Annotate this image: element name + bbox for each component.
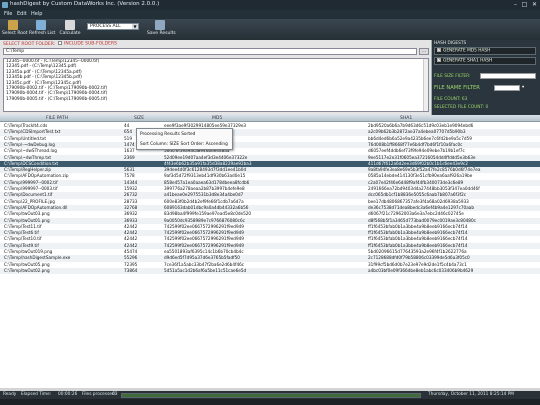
file-name-filter-label: FILE NAME FILTER (434, 85, 480, 91)
column-size[interactable]: SIZE (134, 116, 144, 121)
elapsed-time-label: Elapsed Time: (21, 392, 52, 397)
column-sha1[interactable]: SHA1 (400, 116, 412, 121)
filter-dropdown-icon[interactable]: ▾ (522, 85, 524, 90)
file-size-filter-label: FILE SIZE FILTER: (434, 74, 471, 79)
hash-digests-label: HASH DIGESTS (434, 41, 467, 46)
generate-sha1-label: GENERATE SHA1 HASH (443, 58, 493, 64)
results-grid[interactable]: C:\Temp\TrackIt4.cds 44 eee9f3ae9f30299148… (0, 122, 540, 388)
app-icon (2, 2, 8, 8)
refresh-icon (36, 20, 46, 30)
chevron-down-icon: ▼ (132, 24, 138, 29)
status-ready: Ready (3, 392, 17, 397)
close-icon[interactable]: ✕ (530, 1, 539, 8)
status-bar: Ready Elapsed Time: 00:00:26 Files proce… (0, 391, 540, 399)
save-icon (155, 20, 165, 30)
generate-md5-checkbox[interactable]: ✓ GENERATE MD5 HASH (434, 47, 536, 55)
cell-path: C:\Temp\twOut02.png (4, 267, 50, 273)
cell-size: 73864 (124, 267, 138, 273)
file-size-filter-input[interactable] (480, 73, 536, 79)
status-datetime: Thursday, October 11, 2011 8:25:14 PM (428, 392, 515, 397)
popup-detail: Sort Column: SIZE Sort Order: Ascending (140, 142, 228, 147)
progress-fill (122, 393, 420, 397)
sort-status-popup: Processing Results Sorted Sort Column: S… (136, 128, 233, 150)
progress-bar (121, 392, 421, 398)
select-root-button[interactable]: Select Root (2, 20, 28, 36)
generate-md5-label: GENERATE MD5 HASH (443, 48, 491, 54)
checkmark-icon: ✓ (437, 48, 441, 52)
popup-title: Processing Results Sorted (140, 132, 196, 137)
table-row[interactable]: C:\Temp\twOut02.png 73864 5d51a5ac1d2b6af6… (0, 267, 540, 275)
menu-file[interactable]: File (4, 11, 12, 17)
menu-help[interactable]: Help (31, 11, 42, 17)
minimize-icon[interactable]: – (511, 1, 520, 8)
checkmark-icon: ✓ (437, 58, 441, 62)
file-count: FILE COUNT: 63 (434, 97, 468, 102)
folder-icon (8, 20, 18, 30)
hash-options-panel: HASH DIGESTS ✓ GENERATE MD5 HASH ✓ GENERAT… (432, 40, 540, 115)
refresh-list-label: Refresh List (29, 31, 56, 36)
calculator-icon (65, 20, 75, 30)
column-file-path[interactable]: FILE PATH (46, 116, 68, 121)
menu-bar: File Edit Help (0, 10, 540, 19)
calculate-label: Calculate (59, 31, 81, 36)
files-processed-value: 63 (112, 392, 118, 397)
root-folder-panel: SELECT ROOT FOLDER: INCLUDE SUB-FOLDERS … (0, 40, 432, 115)
cell-md5: 5d51a5ac1d2b6af6a5be11c51cae6e5d (164, 267, 247, 273)
selected-file-count: SELECTED FILE COUNT: 0 (434, 105, 489, 110)
checkbox-icon (58, 41, 62, 45)
title-bar: hashDigest by Custom DataWorks Inc. (Ver… (0, 0, 540, 10)
include-subfolders-checkbox[interactable]: INCLUDE SUB-FOLDERS (58, 41, 117, 47)
file-list[interactable]: 12345--0000.tif - (C:\Temp\12345--0000.t… (3, 58, 429, 112)
calculate-button[interactable]: Calculate (59, 20, 81, 36)
save-results-label: Save Results (147, 31, 176, 36)
root-folder-input[interactable]: C:\Temp (3, 48, 417, 55)
refresh-list-button[interactable]: Refresh List (29, 20, 56, 36)
results-grid-header: FILE PATH SIZE MD5 SHA1 (0, 115, 540, 122)
select-root-label: Select Root (2, 31, 28, 36)
elapsed-time-value: 00:00:26 (58, 392, 78, 397)
generate-sha1-checkbox[interactable]: ✓ GENERATE SHA1 HASH (434, 57, 536, 65)
toolbar: Select Root Refresh List Calculate PROCE… (0, 19, 540, 40)
process-mode-value: PROCESS ALL (90, 24, 121, 29)
menu-edit[interactable]: Edit (17, 11, 27, 17)
save-results-button[interactable]: Save Results (147, 20, 176, 36)
browse-button[interactable]: ... (419, 48, 429, 55)
column-md5[interactable]: MD5 (212, 116, 222, 121)
include-subfolders-label: INCLUDE SUB-FOLDERS (64, 41, 117, 47)
cell-sha1: a4bc03bf0e09f366dbe8eb1abc6c033406b9b462… (368, 267, 474, 273)
root-folder-label: SELECT ROOT FOLDER: (3, 42, 56, 47)
process-mode-select[interactable]: PROCESS ALL ▼ (87, 23, 139, 30)
bottom-strip (0, 399, 540, 405)
window-title: hashDigest by Custom DataWorks Inc. (Ver… (10, 1, 160, 7)
maximize-icon[interactable]: □ (520, 1, 529, 8)
file-name-filter-input[interactable] (494, 85, 520, 91)
file-list-item[interactable]: 179090b-0005.tif - (C:\Temp\179090b-0005… (4, 97, 428, 102)
file-list-scrollbar[interactable] (423, 59, 428, 111)
